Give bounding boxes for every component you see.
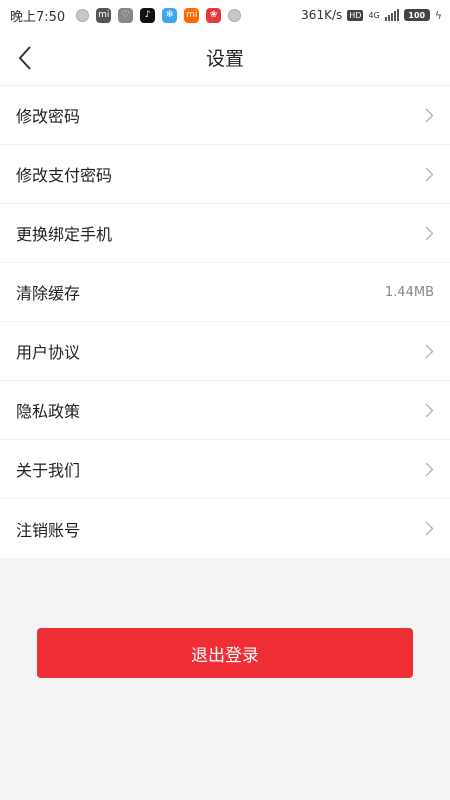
status-left: 晚上7:50 mi ♡ ♪ ✻ mi ❀ [10, 6, 242, 25]
setting-row-delete-account[interactable]: 注销账号 [0, 499, 450, 558]
cache-size-value: 1.44MB [384, 284, 434, 300]
status-time: 晚上7:50 [10, 9, 66, 25]
back-button[interactable] [10, 42, 40, 74]
nav-bar: 设置 [0, 30, 450, 86]
notification-dot-icon [228, 8, 242, 22]
setting-row-label: 关于我们 [16, 461, 81, 480]
chevron-left-icon [18, 46, 31, 70]
chevron-right-icon [425, 343, 435, 359]
chevron-right-icon [425, 521, 435, 537]
setting-row-change-password[interactable]: 修改密码 [0, 86, 450, 145]
heart-app-icon: ♡ [118, 7, 134, 23]
notification-dot-icon [76, 8, 90, 22]
tiktok-icon: ♪ [140, 7, 156, 23]
network-type: 4G [368, 10, 380, 20]
setting-row-label: 更换绑定手机 [16, 225, 113, 244]
xiaomi-icon: mi [184, 7, 200, 23]
hd-badge: HD [347, 9, 364, 21]
chevron-right-icon [425, 461, 435, 477]
setting-row-change-payment-password[interactable]: 修改支付密码 [0, 145, 450, 204]
pinwheel-icon: ✻ [162, 7, 178, 23]
status-bar: 晚上7:50 mi ♡ ♪ ✻ mi ❀ 361K/s HD 4G 100 ϟ [0, 0, 450, 30]
settings-list: 修改密码 修改支付密码 更换绑定手机 清除缓存 1.44MB 用户协议 隐私政策… [0, 86, 450, 558]
mi-app-icon: mi [96, 7, 112, 23]
battery-icon: 100 [403, 9, 430, 21]
setting-row-label: 用户协议 [16, 343, 81, 362]
signal-icon [384, 9, 399, 21]
setting-row-user-agreement[interactable]: 用户协议 [0, 322, 450, 381]
network-speed: 361K/s [301, 8, 343, 22]
page-title: 设置 [205, 48, 244, 70]
chevron-right-icon [425, 402, 435, 418]
setting-row-label: 注销账号 [16, 520, 81, 540]
chevron-right-icon [425, 166, 435, 182]
logout-container: 退出登录 [37, 628, 413, 678]
setting-row-label: 修改支付密码 [16, 166, 113, 185]
chevron-right-icon [425, 107, 435, 123]
setting-row-clear-cache[interactable]: 清除缓存 1.44MB [0, 263, 450, 322]
setting-row-label: 修改密码 [16, 107, 81, 126]
setting-row-privacy-policy[interactable]: 隐私政策 [0, 381, 450, 440]
setting-row-label: 清除缓存 [16, 284, 81, 303]
logout-button[interactable]: 退出登录 [37, 628, 413, 678]
setting-row-about-us[interactable]: 关于我们 [0, 440, 450, 499]
setting-row-label: 隐私政策 [16, 402, 81, 421]
chevron-right-icon [425, 225, 435, 241]
status-right: 361K/s HD 4G 100 ϟ [301, 8, 442, 22]
charging-icon: ϟ [434, 8, 442, 22]
setting-row-change-phone[interactable]: 更换绑定手机 [0, 204, 450, 263]
flower-app-icon: ❀ [206, 7, 222, 23]
